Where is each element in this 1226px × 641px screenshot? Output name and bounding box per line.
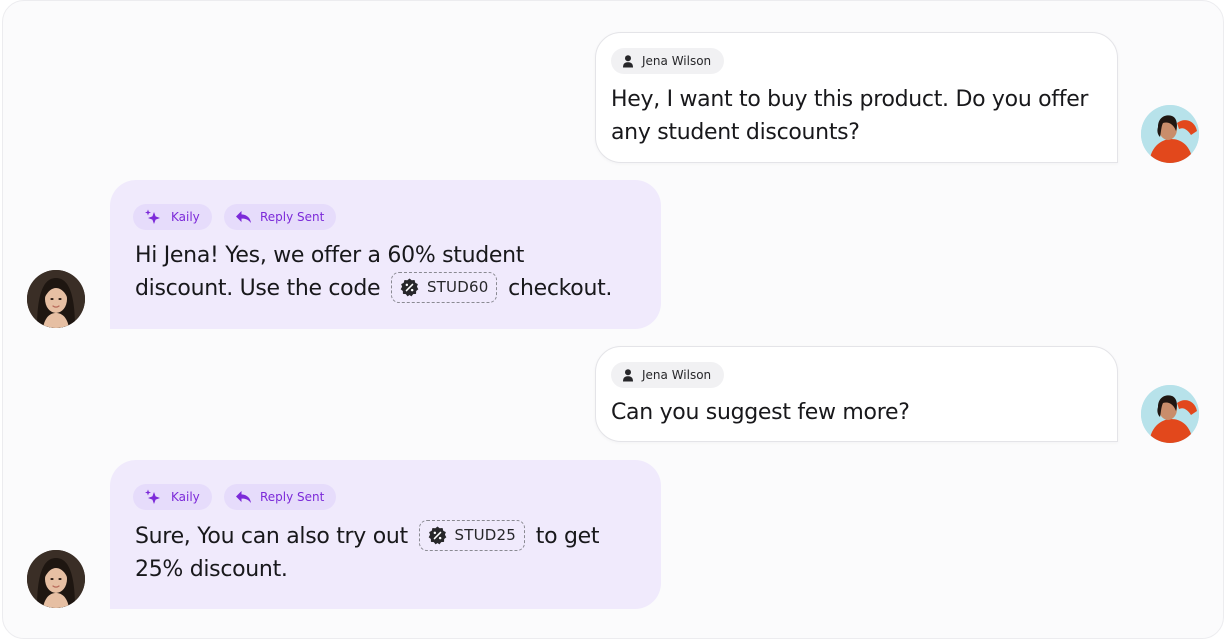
chat-window: Jena Wilson Hey, I want to buy this prod…	[2, 0, 1224, 639]
user-message-bubble: Jena Wilson Can you suggest few more?	[595, 346, 1118, 442]
bot-avatar-image	[27, 270, 85, 328]
bot-name-chip: Kaily	[133, 204, 212, 230]
message-line: Hi Jena! Yes, we offer a 60% student	[135, 243, 525, 268]
discount-badge-icon	[428, 525, 446, 544]
status-text: Reply Sent	[260, 490, 325, 504]
discount-code[interactable]: STUD60	[390, 271, 498, 303]
message-line: Hey, I want to buy this product. Do you …	[611, 87, 1089, 112]
sender-chip: Jena Wilson	[611, 362, 725, 388]
bot-name: Kaily	[171, 210, 200, 224]
bot-avatar	[27, 550, 85, 608]
status-chip: Reply Sent	[224, 204, 337, 230]
bot-message-bubble: Kaily Reply Sent Hi Jena! Yes, we offer …	[110, 180, 661, 329]
user-message-bubble: Jena Wilson Hey, I want to buy this prod…	[595, 32, 1118, 163]
person-icon	[623, 368, 633, 381]
bot-name-chip: Kaily	[133, 484, 212, 510]
reply-arrow-icon	[236, 211, 251, 223]
message-text: Can you suggest few more?	[611, 396, 910, 429]
status-text: Reply Sent	[260, 210, 325, 224]
user-avatar-image	[1141, 105, 1199, 163]
status-chip: Reply Sent	[224, 484, 337, 510]
message-text-segment: Sure, You can also try out	[135, 524, 408, 549]
message-text-segment: to get	[535, 524, 600, 549]
message-text: Sure, You can also try out STUD25 to get…	[135, 519, 655, 586]
bot-avatar-image	[27, 550, 85, 608]
message-text-segment: checkout.	[508, 276, 613, 301]
user-avatar-image	[1141, 385, 1199, 443]
sender-name: Jena Wilson	[642, 54, 712, 68]
discount-code-text: STUD60	[426, 277, 489, 296]
sender-chip: Jena Wilson	[611, 48, 725, 74]
message-text: Hi Jena! Yes, we offer a 60% student dis…	[135, 239, 655, 305]
message-line: Sure, You can also try out STUD25 to get	[135, 519, 655, 553]
message-text-segment: discount. Use the code	[135, 276, 381, 301]
message-line: Can you suggest few more?	[611, 400, 910, 425]
sparkle-icon	[145, 489, 160, 504]
bot-message-bubble: Kaily Reply Sent Sure, You can also try …	[110, 460, 661, 609]
sender-name: Jena Wilson	[642, 368, 712, 382]
discount-code-text: STUD25	[454, 525, 517, 544]
reply-arrow-icon	[236, 491, 251, 503]
bot-name: Kaily	[171, 490, 200, 504]
message-line: 25% discount.	[135, 557, 288, 582]
discount-code[interactable]: STUD25	[418, 519, 526, 551]
user-avatar	[1141, 385, 1199, 443]
message-line: any student discounts?	[611, 120, 860, 145]
message-text: Hey, I want to buy this product. Do you …	[611, 83, 1088, 149]
user-avatar	[1141, 105, 1199, 163]
discount-badge-icon	[400, 277, 419, 296]
bot-avatar	[27, 270, 85, 328]
message-line: discount. Use the code STUD60 checkout.	[135, 271, 655, 305]
sparkle-icon	[145, 209, 160, 224]
person-icon	[623, 54, 633, 67]
